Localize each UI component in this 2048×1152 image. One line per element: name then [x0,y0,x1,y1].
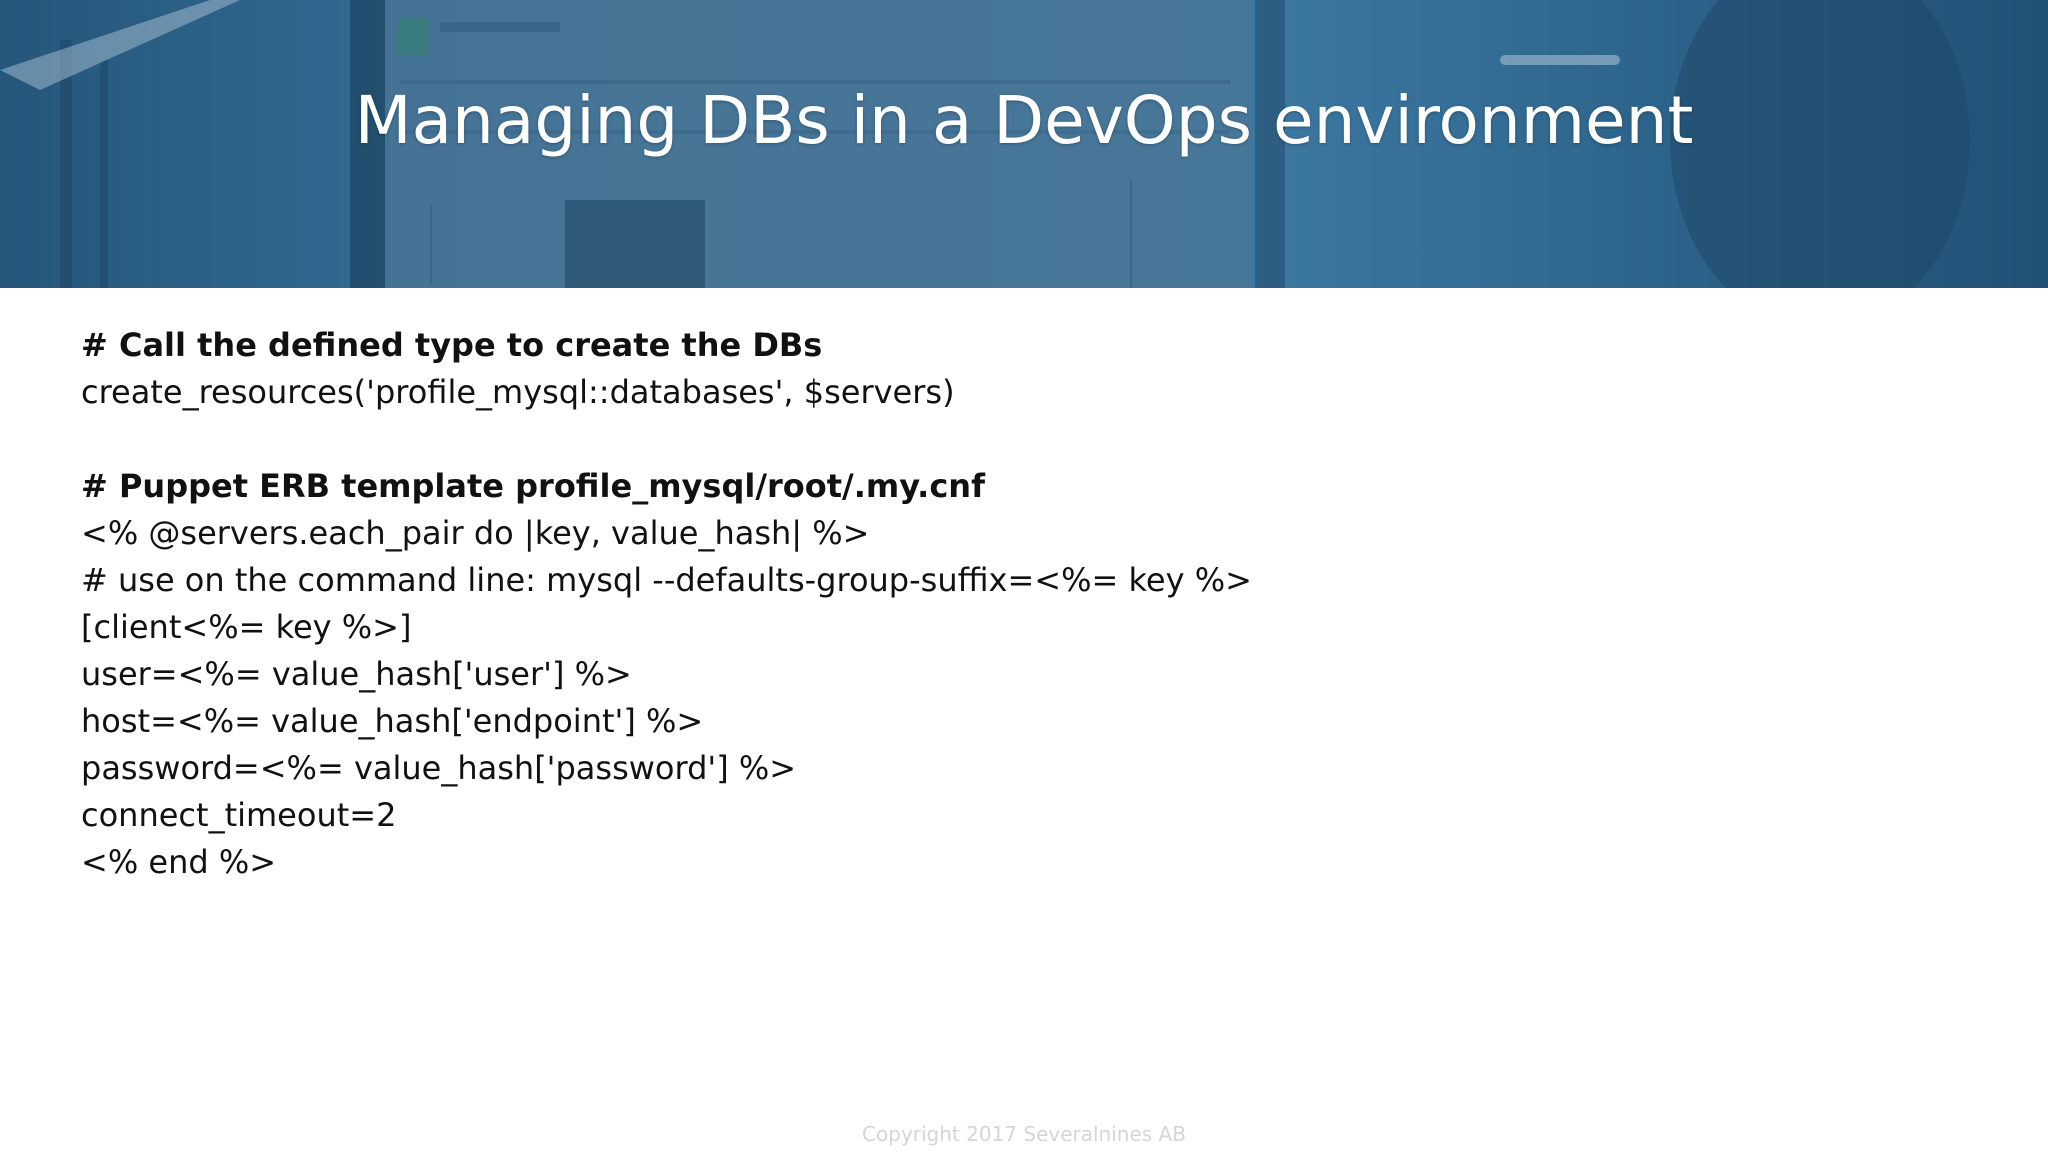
code-comment-create-dbs: # Call the defined type to create the DB… [81,326,823,364]
code-line: host=<%= value_hash['endpoint'] %> [81,702,704,740]
header-banner: Managing DBs in a DevOps environment [0,0,2048,288]
slide-title: Managing DBs in a DevOps environment [354,82,1694,159]
code-line: <% @servers.each_pair do |key, value_has… [81,514,870,552]
code-line: <% end %> [81,843,277,881]
code-line: connect_timeout=2 [81,796,397,834]
code-comment-erb-template: # Puppet ERB template profile_mysql/root… [81,467,985,505]
code-line: # use on the command line: mysql --defau… [81,561,1252,599]
code-line: user=<%= value_hash['user'] %> [81,655,632,693]
code-content: # Call the defined type to create the DB… [81,322,1981,886]
copyright-footer: Copyright 2017 Severalnines AB [862,1122,1186,1146]
code-line-create-resources: create_resources('profile_mysql::databas… [81,373,955,411]
slide: Managing DBs in a DevOps environment # C… [0,0,2048,1152]
code-line: [client<%= key %>] [81,608,412,646]
code-line: password=<%= value_hash['password'] %> [81,749,797,787]
